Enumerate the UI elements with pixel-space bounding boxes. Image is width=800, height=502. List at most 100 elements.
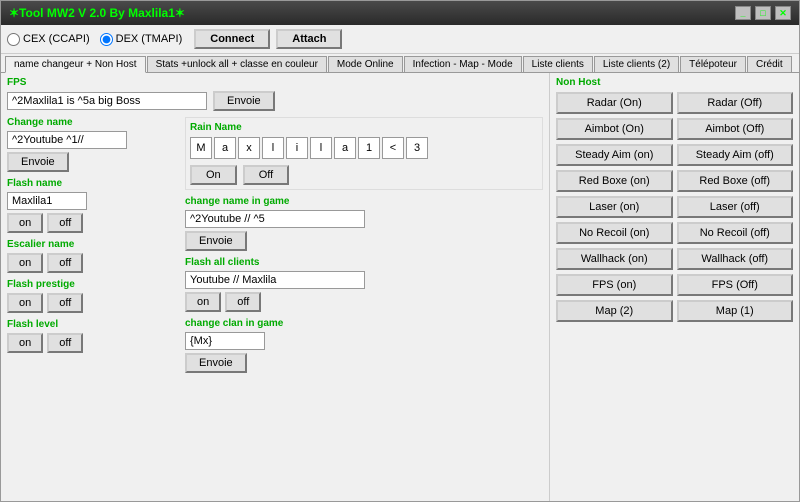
escalier-on-button[interactable]: on (7, 253, 43, 273)
dex-radio-label[interactable]: DEX (TMAPI) (100, 33, 183, 46)
tab-liste-clients-2[interactable]: Liste clients (2) (594, 56, 679, 72)
minimize-button[interactable]: _ (735, 6, 751, 20)
rain-on-button[interactable]: On (190, 165, 237, 185)
radio-group: CEX (CCAPI) DEX (TMAPI) (7, 33, 182, 46)
laser-off-button[interactable]: Laser (off) (677, 196, 794, 218)
window-title: ✶Tool MW2 V 2.0 By Maxlila1✶ (9, 6, 185, 20)
rain-char-9: 3 (406, 137, 428, 159)
dex-radio[interactable] (100, 33, 113, 46)
flash-name-label: Flash name (7, 178, 177, 189)
non-host-grid: Radar (On) Radar (Off) Aimbot (On) Aimbo… (556, 92, 793, 322)
steady-aim-off-button[interactable]: Steady Aim (off) (677, 144, 794, 166)
middle-col: Rain Name M a x l i l a 1 < 3 (185, 117, 543, 379)
red-boxe-on-button[interactable]: Red Boxe (on) (556, 170, 673, 192)
escalier-label: Escalier name (7, 239, 177, 250)
map-1-button[interactable]: Map (1) (677, 300, 794, 322)
rain-name-section: Rain Name M a x l i l a 1 < 3 (185, 117, 543, 190)
change-name-game-section: change name in game Envoie (185, 196, 543, 251)
rain-buttons: On Off (190, 165, 538, 185)
flash-all-label: Flash all clients (185, 257, 543, 268)
window-controls: _ □ ✕ (735, 6, 791, 20)
non-host-label: Non Host (556, 77, 793, 88)
flash-prestige-off-button[interactable]: off (47, 293, 83, 313)
flash-prestige-label: Flash prestige (7, 279, 177, 290)
change-name-section: Change name Envoie (7, 117, 177, 172)
rain-name-label: Rain Name (190, 122, 538, 133)
flash-name-off-button[interactable]: off (47, 213, 83, 233)
aimbot-off-button[interactable]: Aimbot (Off) (677, 118, 794, 140)
tab-name-changer[interactable]: name changeur + Non Host (5, 56, 146, 73)
change-name-envoie-button[interactable]: Envoie (7, 152, 69, 172)
tab-mode-online[interactable]: Mode Online (328, 56, 403, 72)
left-panel: FPS Envoie Change name Envoie (1, 73, 549, 501)
flash-all-on-button[interactable]: on (185, 292, 221, 312)
rain-char-7: 1 (358, 137, 380, 159)
maximize-button[interactable]: □ (755, 6, 771, 20)
change-name-input[interactable] (7, 131, 127, 149)
rain-char-2: x (238, 137, 260, 159)
flash-all-off-button[interactable]: off (225, 292, 261, 312)
flash-level-on-button[interactable]: on (7, 333, 43, 353)
no-recoil-off-button[interactable]: No Recoil (off) (677, 222, 794, 244)
flash-level-buttons: on off (7, 333, 177, 353)
rain-off-button[interactable]: Off (243, 165, 289, 185)
fps-row: Envoie (7, 91, 543, 111)
rain-char-5: l (310, 137, 332, 159)
wallhack-off-button[interactable]: Wallhack (off) (677, 248, 794, 270)
cex-radio[interactable] (7, 33, 20, 46)
change-clan-input[interactable] (185, 332, 265, 350)
tab-liste-clients[interactable]: Liste clients (523, 56, 593, 72)
flash-all-section: Flash all clients on off (185, 257, 543, 312)
tab-stats[interactable]: Stats +unlock all + classe en couleur (147, 56, 327, 72)
aimbot-on-button[interactable]: Aimbot (On) (556, 118, 673, 140)
rain-chars: M a x l i l a 1 < 3 (190, 137, 538, 159)
rain-char-4: i (286, 137, 308, 159)
fps-input[interactable] (7, 92, 207, 110)
fps-section: FPS Envoie (7, 77, 543, 111)
title-bar: ✶Tool MW2 V 2.0 By Maxlila1✶ _ □ ✕ (1, 1, 799, 25)
right-panel: Non Host Radar (On) Radar (Off) Aimbot (… (549, 73, 799, 501)
no-recoil-on-button[interactable]: No Recoil (on) (556, 222, 673, 244)
red-boxe-off-button[interactable]: Red Boxe (off) (677, 170, 794, 192)
main-content: FPS Envoie Change name Envoie (1, 73, 799, 501)
fps-envoie-button[interactable]: Envoie (213, 91, 275, 111)
escalier-section: Escalier name on off (7, 239, 177, 273)
tab-infection[interactable]: Infection - Map - Mode (404, 56, 522, 72)
change-name-game-input[interactable] (185, 210, 365, 228)
connection-row: CEX (CCAPI) DEX (TMAPI) Connect Attach (1, 25, 799, 54)
tab-credit[interactable]: Crédit (747, 56, 792, 72)
attach-button[interactable]: Attach (276, 29, 342, 49)
laser-on-button[interactable]: Laser (on) (556, 196, 673, 218)
rain-char-8: < (382, 137, 404, 159)
rain-char-0: M (190, 137, 212, 159)
radar-off-button[interactable]: Radar (Off) (677, 92, 794, 114)
close-button[interactable]: ✕ (775, 6, 791, 20)
rain-char-6: a (334, 137, 356, 159)
connect-button[interactable]: Connect (194, 29, 270, 49)
dex-label: DEX (TMAPI) (116, 33, 183, 45)
change-clan-section: change clan in game Envoie (185, 318, 543, 373)
tab-telepoteur[interactable]: Télépoteur (680, 56, 746, 72)
flash-prestige-on-button[interactable]: on (7, 293, 43, 313)
flash-all-input[interactable] (185, 271, 365, 289)
cex-radio-label[interactable]: CEX (CCAPI) (7, 33, 90, 46)
two-col-layout: Change name Envoie Flash name on off (7, 117, 543, 379)
radar-on-button[interactable]: Radar (On) (556, 92, 673, 114)
rain-char-3: l (262, 137, 284, 159)
wallhack-on-button[interactable]: Wallhack (on) (556, 248, 673, 270)
flash-name-on-button[interactable]: on (7, 213, 43, 233)
cex-label: CEX (CCAPI) (23, 33, 90, 45)
steady-aim-on-button[interactable]: Steady Aim (on) (556, 144, 673, 166)
main-window: ✶Tool MW2 V 2.0 By Maxlila1✶ _ □ ✕ CEX (… (0, 0, 800, 502)
fps-off-button[interactable]: FPS (Off) (677, 274, 794, 296)
change-clan-envoie-button[interactable]: Envoie (185, 353, 247, 373)
map-2-button[interactable]: Map (2) (556, 300, 673, 322)
change-name-game-envoie-button[interactable]: Envoie (185, 231, 247, 251)
flash-name-input[interactable] (7, 192, 87, 210)
escalier-off-button[interactable]: off (47, 253, 83, 273)
flash-level-label: Flash level (7, 319, 177, 330)
change-name-game-label: change name in game (185, 196, 543, 207)
flash-level-off-button[interactable]: off (47, 333, 83, 353)
escalier-buttons: on off (7, 253, 177, 273)
fps-on-button[interactable]: FPS (on) (556, 274, 673, 296)
